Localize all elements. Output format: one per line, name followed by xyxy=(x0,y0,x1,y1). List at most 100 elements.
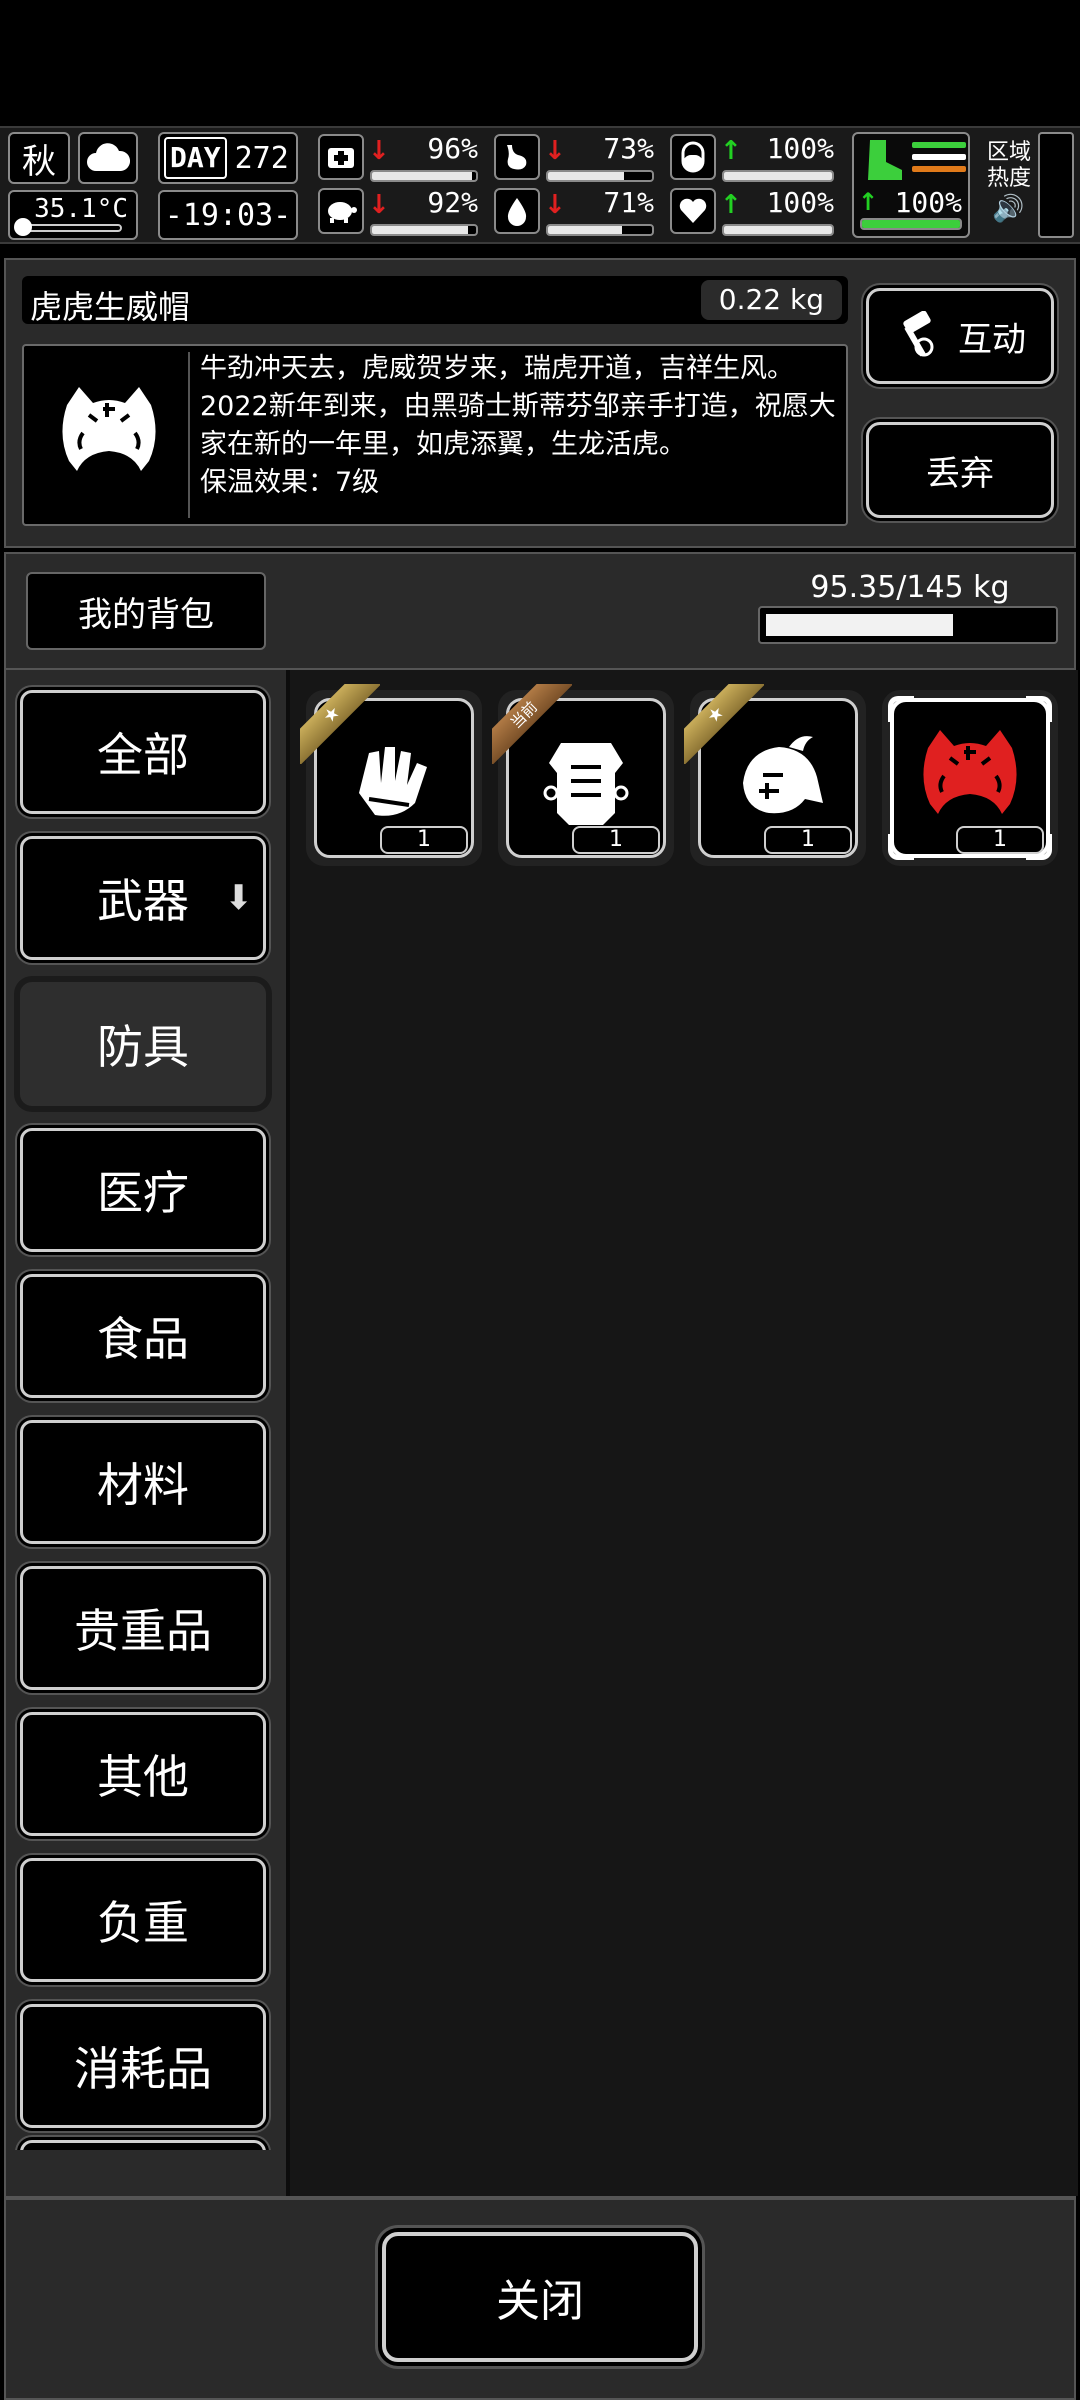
interact-button[interactable]: 互动 xyxy=(866,288,1054,384)
mood-stat: ↓ 92% xyxy=(318,186,482,238)
category-label: 武器 xyxy=(97,874,189,928)
item-quantity: 1 xyxy=(956,826,1044,854)
trend-down-icon: ↓ xyxy=(544,190,566,220)
category-list[interactable]: 全部 武器 ⬇ 防具 医疗 食品 材料 贵重品 其他 负重 消耗品 维修 xyxy=(6,670,284,2150)
category-medical[interactable]: 医疗 xyxy=(20,1128,266,1252)
hammer-icon xyxy=(903,311,934,357)
first-aid-icon xyxy=(318,134,364,180)
boot-icon xyxy=(862,138,906,182)
category-label: 其他 xyxy=(97,1750,189,1804)
category-label: 材料 xyxy=(97,1458,189,1512)
trend-down-icon: ↓ xyxy=(544,136,566,166)
cloud-icon xyxy=(78,132,138,184)
item-name: 虎虎生威帽 xyxy=(30,288,191,326)
trend-up-icon: ↑ xyxy=(720,190,742,220)
category-other[interactable]: 其他 xyxy=(20,1712,266,1836)
trend-down-icon: ↓ xyxy=(368,136,390,166)
thirst-bar-fill xyxy=(548,226,622,234)
item-weight: 0.22 kg xyxy=(700,280,842,320)
discard-button[interactable]: 丢弃 xyxy=(866,422,1054,518)
item-description: 牛劲冲天去，虎威贺岁来，瑞虎开道，吉祥生风。2022新年到来，由黑骑士斯蒂芬邹亲… xyxy=(200,350,838,502)
selection-corner xyxy=(888,696,914,722)
region-heat-label: 区域热度 xyxy=(986,140,1031,191)
turtle-icon xyxy=(318,188,364,234)
pill-icon xyxy=(670,134,716,180)
category-materials[interactable]: 材料 xyxy=(20,1420,266,1544)
thirst-percent: 71% xyxy=(603,186,654,219)
water-drop-icon xyxy=(494,188,540,234)
equipped-ribbon-label: 当前 xyxy=(492,684,572,764)
category-label: 食品 xyxy=(97,1312,189,1366)
item-slot-armor-vest[interactable]: 当前 1 xyxy=(492,684,674,866)
hunger-stat: ↓ 73% xyxy=(494,132,658,184)
heart-bar xyxy=(722,224,834,236)
item-grid: ★ 1 当前 1 ★ 1 1 xyxy=(286,670,1078,2196)
mood-bar xyxy=(370,224,478,236)
category-food[interactable]: 食品 xyxy=(20,1274,266,1398)
day-number: 272 xyxy=(234,140,289,176)
star-ribbon-icon: ★ xyxy=(684,684,764,764)
category-weapons[interactable]: 武器 ⬇ xyxy=(20,836,266,960)
temperature-display: 35.1°C xyxy=(8,190,138,240)
category-label: 全部 xyxy=(97,728,189,782)
item-slot-gloves[interactable]: ★ 1 xyxy=(300,684,482,866)
trend-up-icon: ↑ xyxy=(858,188,879,216)
inventory-panel: 全部 武器 ⬇ 防具 医疗 食品 材料 贵重品 其他 负重 消耗品 维修 ★ 1 … xyxy=(4,668,1078,2198)
stamina-percent: 100% xyxy=(894,186,962,219)
stomach-icon xyxy=(494,134,540,180)
backpack-weight: 95.35/145 kg xyxy=(810,570,1010,605)
health-percent: 96% xyxy=(427,132,478,165)
item-quantity: 1 xyxy=(764,826,852,854)
clock-time: -19:03- xyxy=(164,197,292,233)
discard-label: 丢弃 xyxy=(926,453,994,494)
health-bar xyxy=(370,170,478,182)
item-slot-tiger-hat[interactable]: 1 xyxy=(882,690,1058,866)
speaker-icon[interactable]: 🔊 xyxy=(992,194,1024,224)
season-label: 秋 xyxy=(22,141,56,182)
hunger-bar xyxy=(546,170,654,182)
heart-percent: 100% xyxy=(766,186,834,219)
category-repair[interactable]: 维修 xyxy=(20,2140,266,2150)
medicine-stat: ↑ 100% xyxy=(670,132,838,184)
category-all[interactable]: 全部 xyxy=(20,690,266,814)
hunger-percent: 73% xyxy=(603,132,654,165)
stamina-bar xyxy=(860,218,962,230)
item-quantity: 1 xyxy=(380,826,468,854)
category-valuables[interactable]: 贵重品 xyxy=(20,1566,266,1690)
category-consumables[interactable]: 消耗品 xyxy=(20,2004,266,2128)
item-quantity: 1 xyxy=(572,826,660,854)
category-load[interactable]: 负重 xyxy=(20,1858,266,1982)
selection-corner xyxy=(1026,696,1052,722)
item-description-text: 牛劲冲天去，虎威贺岁来，瑞虎开道，吉祥生风。2022新年到来，由黑骑士斯蒂芬邹亲… xyxy=(200,353,836,460)
health-bar-fill xyxy=(372,172,472,180)
backpack-label: 我的背包 xyxy=(26,572,266,650)
category-armor[interactable]: 防具 xyxy=(20,982,266,1106)
equipped-ribbon: 当前 xyxy=(492,684,572,764)
stamina-indicator: ↑ 100% xyxy=(852,132,970,238)
status-hud: 秋 35.1°C DAY 272 -19:03- ↓ 96% ↓ 73% ↑ 1… xyxy=(0,126,1080,244)
item-description-panel[interactable]: 牛劲冲天去，虎威贺岁来，瑞虎开道，吉祥生风。2022新年到来，由黑骑士斯蒂芬邹亲… xyxy=(22,344,848,526)
star-ribbon-icon: ★ xyxy=(300,684,380,764)
thermometer-icon xyxy=(14,218,122,236)
temperature-value: 35.1°C xyxy=(34,194,128,224)
category-label: 负重 xyxy=(97,1896,189,1950)
hunger-bar-fill xyxy=(548,172,624,180)
category-label: 消耗品 xyxy=(74,2042,212,2096)
interact-label: 互动 xyxy=(958,319,1026,360)
day-label: DAY xyxy=(164,137,227,179)
download-arrow-icon: ⬇ xyxy=(224,878,254,918)
selection-corner xyxy=(888,834,914,860)
season-indicator: 秋 xyxy=(8,132,70,184)
item-description-extra: 保温效果：7级 xyxy=(200,467,380,498)
close-button[interactable]: 关闭 xyxy=(382,2232,698,2362)
thirst-stat: ↓ 71% xyxy=(494,186,658,238)
stamina-bar-fill xyxy=(862,220,960,228)
heart-stat: ↑ 100% xyxy=(670,186,838,238)
backpack-header: 我的背包 95.35/145 kg xyxy=(4,552,1076,670)
backpack-weight-bar xyxy=(758,606,1058,644)
trend-up-icon: ↑ xyxy=(720,136,742,166)
item-slot-ox-helmet[interactable]: ★ 1 xyxy=(684,684,866,866)
thirst-bar xyxy=(546,224,654,236)
heart-icon xyxy=(670,188,716,234)
stamina-lines xyxy=(912,142,966,178)
